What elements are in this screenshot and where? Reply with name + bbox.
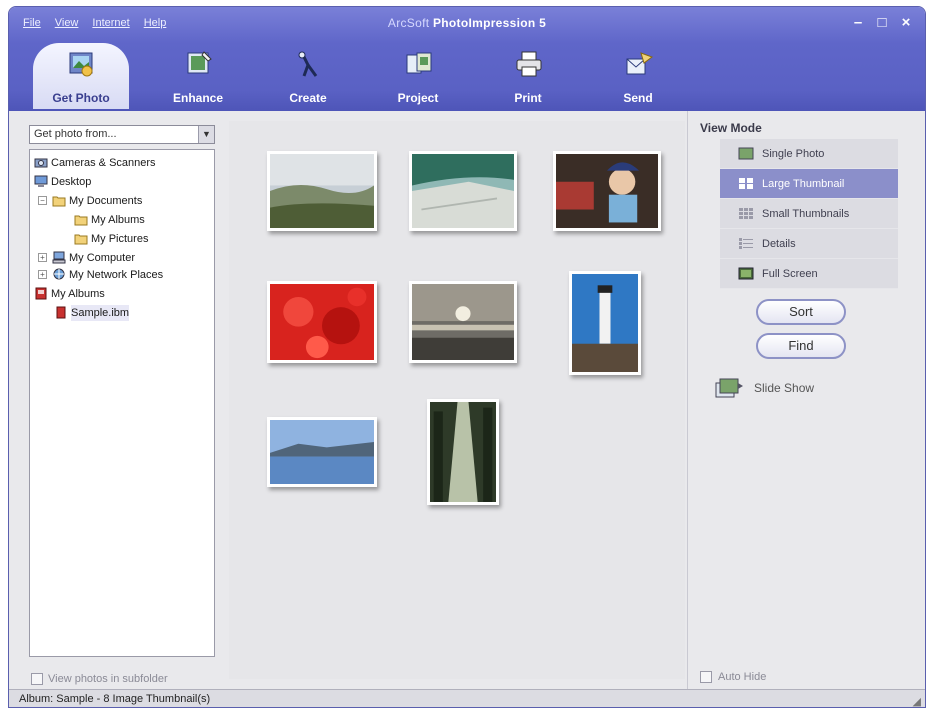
resize-grip-icon[interactable]: ◢ — [913, 693, 921, 707]
view-mode-single-photo[interactable]: Single Photo — [720, 139, 898, 169]
view-mode-list: Single Photo Large Thumbnail Small Thumb… — [720, 139, 898, 289]
slide-show-label: Slide Show — [754, 381, 815, 395]
network-icon — [53, 268, 65, 280]
tool-label: Print — [514, 91, 542, 105]
view-subfolder-option[interactable]: View photos in subfolder — [31, 673, 168, 685]
left-panel: Get photo from... ▼ Cameras & Scanners D… — [25, 121, 215, 685]
subfolder-label: View photos in subfolder — [48, 673, 168, 685]
photo-thumbnail[interactable] — [553, 151, 661, 231]
tree-item-my-pictures[interactable]: My Pictures — [74, 230, 148, 247]
find-button[interactable]: Find — [756, 333, 846, 359]
slide-show-button[interactable]: Slide Show — [714, 377, 814, 399]
photo-thumbnail[interactable] — [267, 281, 377, 363]
details-icon — [739, 238, 753, 249]
title-main: PhotoImpression 5 — [432, 16, 547, 30]
desktop-icon — [34, 175, 48, 187]
view-mode-small-thumbnails[interactable]: Small Thumbnails — [720, 199, 898, 229]
small-thumbnails-icon — [739, 208, 753, 219]
full-screen-icon — [738, 267, 754, 280]
view-mode-large-thumbnail[interactable]: Large Thumbnail — [720, 169, 898, 199]
photo-thumbnail[interactable] — [409, 281, 517, 363]
tool-print[interactable]: Print — [473, 43, 583, 109]
expand-toggle[interactable]: + — [38, 253, 47, 262]
tool-label: Get Photo — [52, 91, 110, 105]
collapse-toggle[interactable]: − — [38, 196, 47, 205]
view-mode-title: View Mode — [700, 121, 762, 135]
photo-thumbnail[interactable] — [569, 271, 641, 375]
enhance-icon — [187, 51, 212, 74]
single-photo-icon — [738, 147, 754, 160]
tool-project[interactable]: Project — [363, 43, 473, 109]
tool-enhance[interactable]: Enhance — [143, 43, 253, 109]
view-mode-full-screen[interactable]: Full Screen — [720, 259, 898, 289]
tool-label: Create — [289, 91, 327, 105]
folder-icon — [74, 215, 88, 226]
tool-label: Enhance — [172, 91, 223, 105]
tree-item-my-computer[interactable]: My Computer — [52, 249, 135, 266]
auto-hide-option[interactable]: Auto Hide — [700, 671, 766, 683]
get-photo-icon — [69, 52, 93, 77]
source-select-value: Get photo from... — [34, 128, 117, 140]
folder-icon — [52, 196, 66, 207]
photo-thumbnail[interactable] — [267, 417, 377, 487]
window-title: ArcSoft PhotoImpression 5 — [9, 16, 925, 30]
folder-tree[interactable]: Cameras & Scanners Desktop − My Document… — [29, 149, 215, 657]
slide-show-icon — [715, 378, 743, 398]
view-mode-details[interactable]: Details — [720, 229, 898, 259]
tool-label: Send — [623, 91, 653, 105]
main-toolbar: Get Photo Enhance Create Project Print S… — [33, 43, 693, 109]
project-icon — [406, 52, 432, 74]
minimize-button[interactable]: – — [851, 15, 865, 31]
tool-send[interactable]: Send — [583, 43, 693, 109]
tree-item-my-albums-folder[interactable]: My Albums — [74, 211, 145, 228]
expand-toggle[interactable]: + — [38, 270, 47, 279]
tree-item-sample-album[interactable]: Sample.ibm — [54, 304, 130, 321]
source-select[interactable]: Get photo from... ▼ — [29, 125, 215, 144]
title-toolbar-area: File View Internet Help ArcSoft PhotoImp… — [9, 7, 925, 111]
photo-thumbnail[interactable] — [267, 151, 377, 231]
close-button[interactable]: × — [899, 15, 913, 31]
folder-icon — [74, 234, 88, 245]
printer-icon — [516, 51, 542, 77]
subfolder-checkbox[interactable] — [31, 673, 43, 685]
title-prefix: ArcSoft — [387, 16, 430, 30]
window-controls: – □ × — [851, 15, 913, 31]
tree-item-desktop[interactable]: Desktop — [34, 173, 91, 190]
tree-item-my-documents[interactable]: My Documents — [52, 192, 142, 209]
tree-item-network[interactable]: My Network Places — [52, 266, 163, 283]
album-icon — [35, 287, 47, 300]
auto-hide-label: Auto Hide — [718, 671, 767, 683]
tree-item-cameras[interactable]: Cameras & Scanners — [34, 154, 156, 171]
photo-thumbnail[interactable] — [409, 151, 517, 231]
tool-create[interactable]: Create — [253, 43, 363, 109]
app-window: File View Internet Help ArcSoft PhotoImp… — [8, 6, 926, 708]
large-thumbnail-icon — [739, 178, 753, 189]
photo-thumbnail[interactable] — [427, 399, 499, 505]
status-text: Album: Sample - 8 Image Thumbnail(s) — [19, 693, 211, 705]
photo-gallery — [229, 121, 685, 679]
camera-scanner-icon — [34, 158, 48, 168]
tool-get-photo[interactable]: Get Photo — [33, 43, 129, 109]
right-panel: View Mode Single Photo Large Thumbnail S… — [687, 111, 925, 691]
sort-button[interactable]: Sort — [756, 299, 846, 325]
auto-hide-checkbox[interactable] — [700, 671, 712, 683]
send-icon — [626, 52, 654, 75]
maximize-button[interactable]: □ — [875, 15, 889, 31]
tool-label: Project — [397, 91, 439, 105]
tree-item-my-albums[interactable]: My Albums — [34, 285, 105, 302]
computer-icon — [52, 251, 66, 264]
create-icon — [298, 51, 318, 77]
status-bar: Album: Sample - 8 Image Thumbnail(s) ◢ — [9, 689, 925, 707]
chevron-down-icon[interactable]: ▼ — [198, 126, 214, 143]
album-file-icon — [56, 306, 66, 319]
